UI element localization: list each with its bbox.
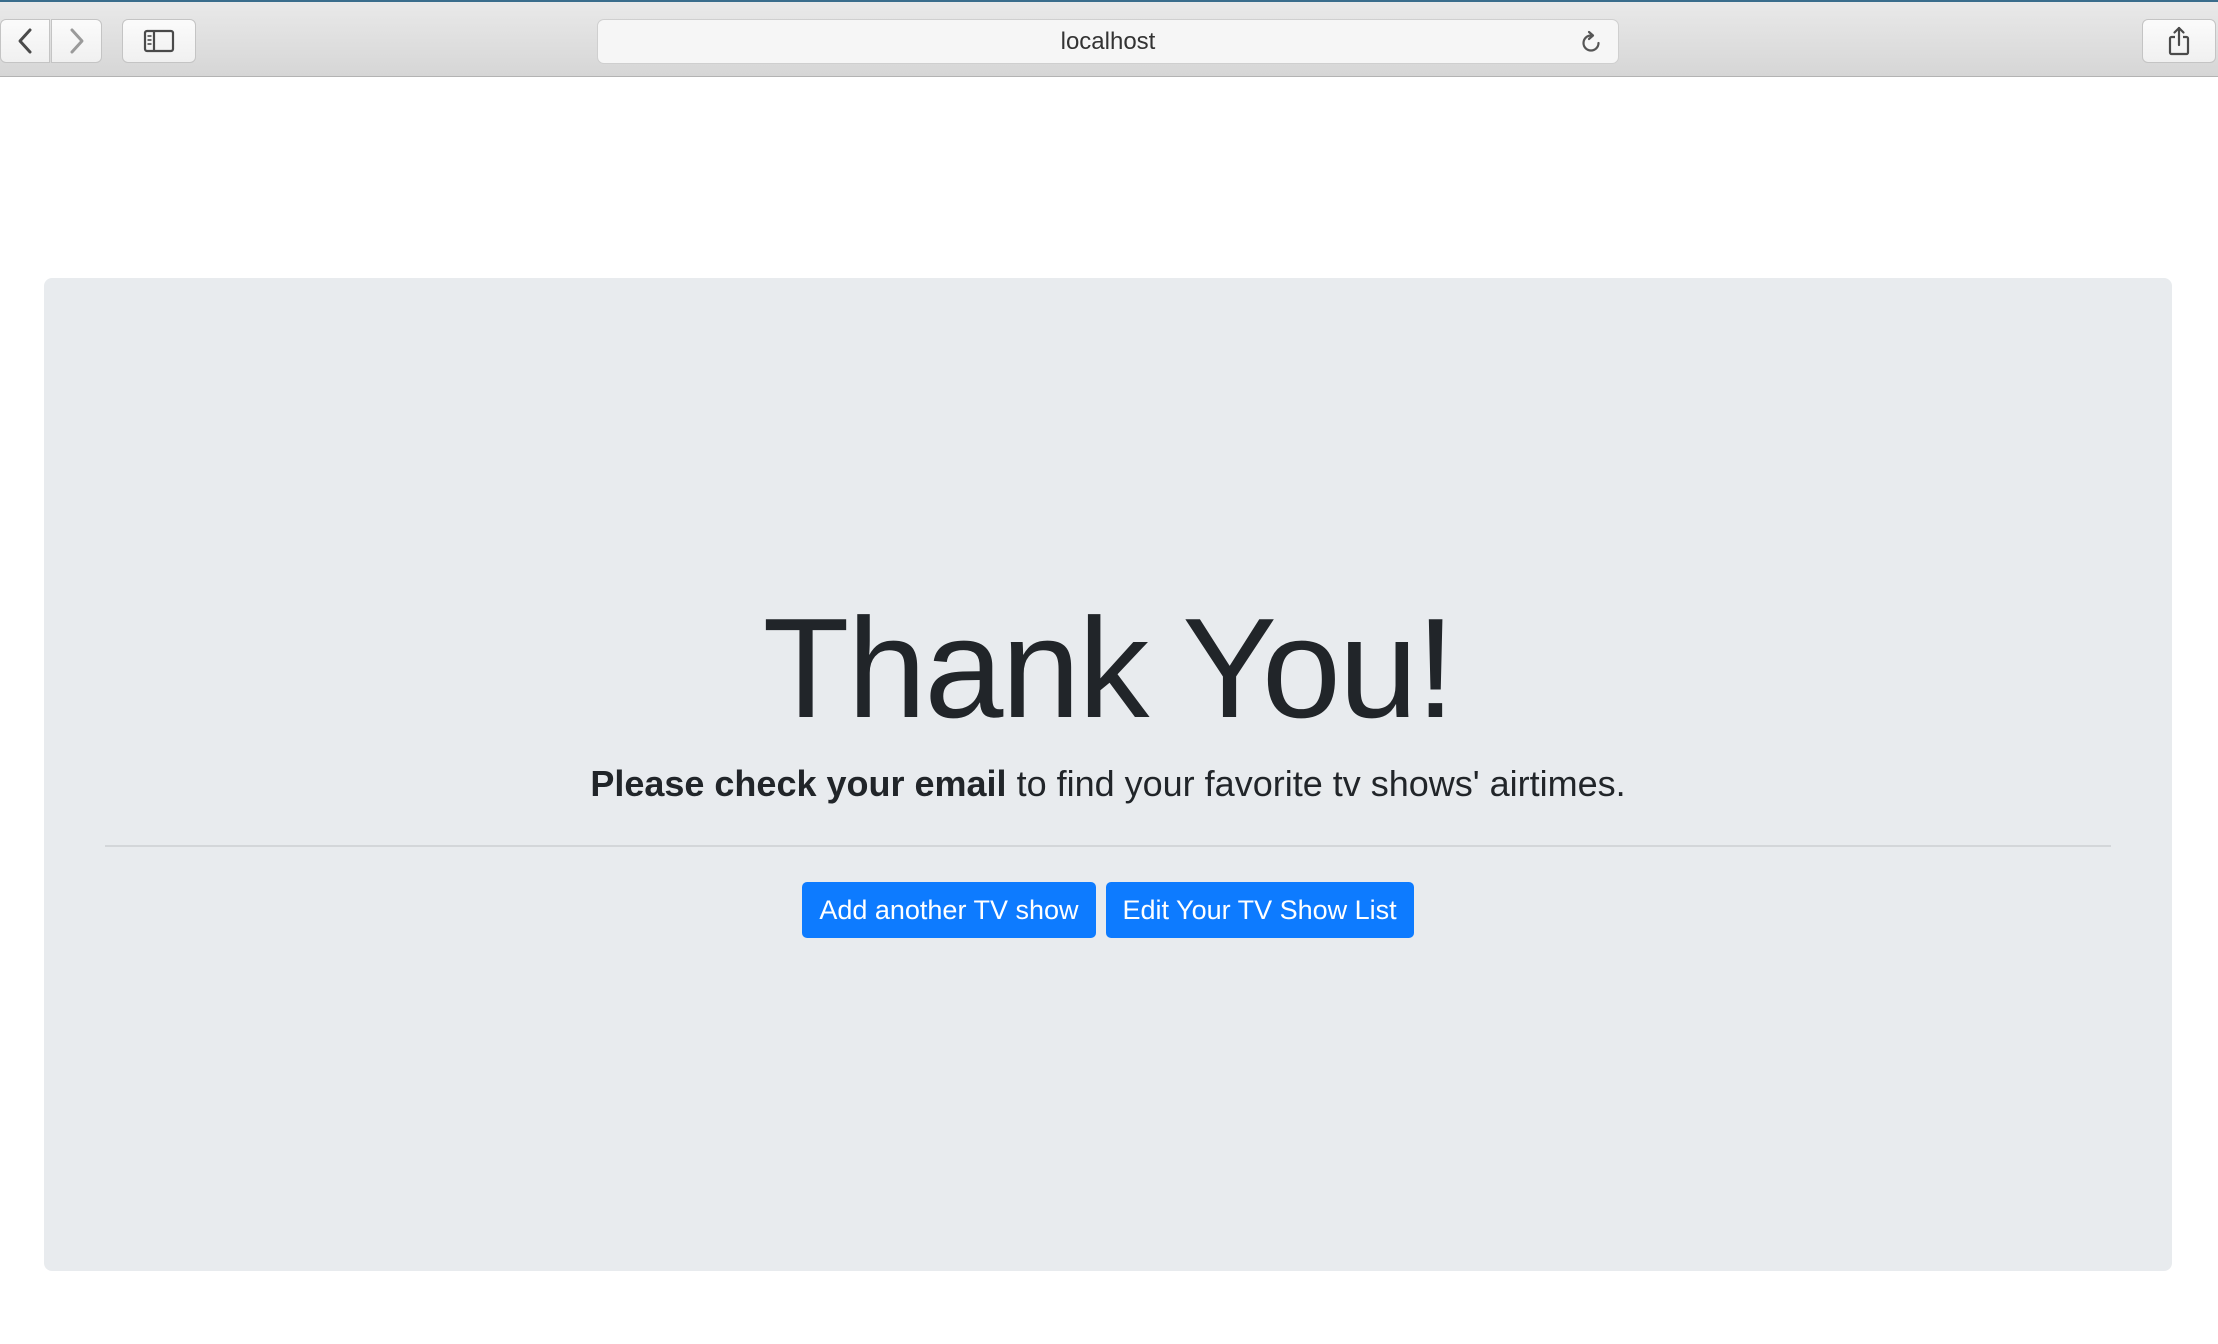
divider	[105, 845, 2111, 847]
address-bar[interactable]: localhost	[597, 19, 1619, 64]
chevron-left-icon	[18, 28, 32, 54]
page-title: Thank You!	[762, 589, 1456, 748]
button-row: Add another TV show Edit Your TV Show Li…	[44, 882, 2172, 938]
sidebar-icon	[143, 29, 175, 53]
back-button[interactable]	[0, 19, 50, 63]
add-tv-show-button[interactable]: Add another TV show	[802, 882, 1096, 938]
chevron-right-icon	[70, 28, 83, 54]
lead-bold-text: Please check your email	[590, 763, 1007, 804]
lead-text: Please check your email to find your fav…	[44, 763, 2172, 805]
share-icon	[2168, 26, 2190, 56]
sidebar-toggle-button[interactable]	[122, 19, 196, 63]
lead-rest-text: to find your favorite tv shows' airtimes…	[1006, 763, 1626, 804]
share-button[interactable]	[2142, 19, 2216, 63]
browser-toolbar: localhost	[0, 0, 2218, 77]
address-text: localhost	[1060, 27, 1156, 55]
jumbotron: Thank You! Please check your email to fi…	[44, 278, 2172, 1271]
forward-button[interactable]	[51, 19, 102, 63]
edit-tv-show-list-button[interactable]: Edit Your TV Show List	[1105, 882, 1414, 938]
reload-icon[interactable]	[1578, 30, 1604, 56]
